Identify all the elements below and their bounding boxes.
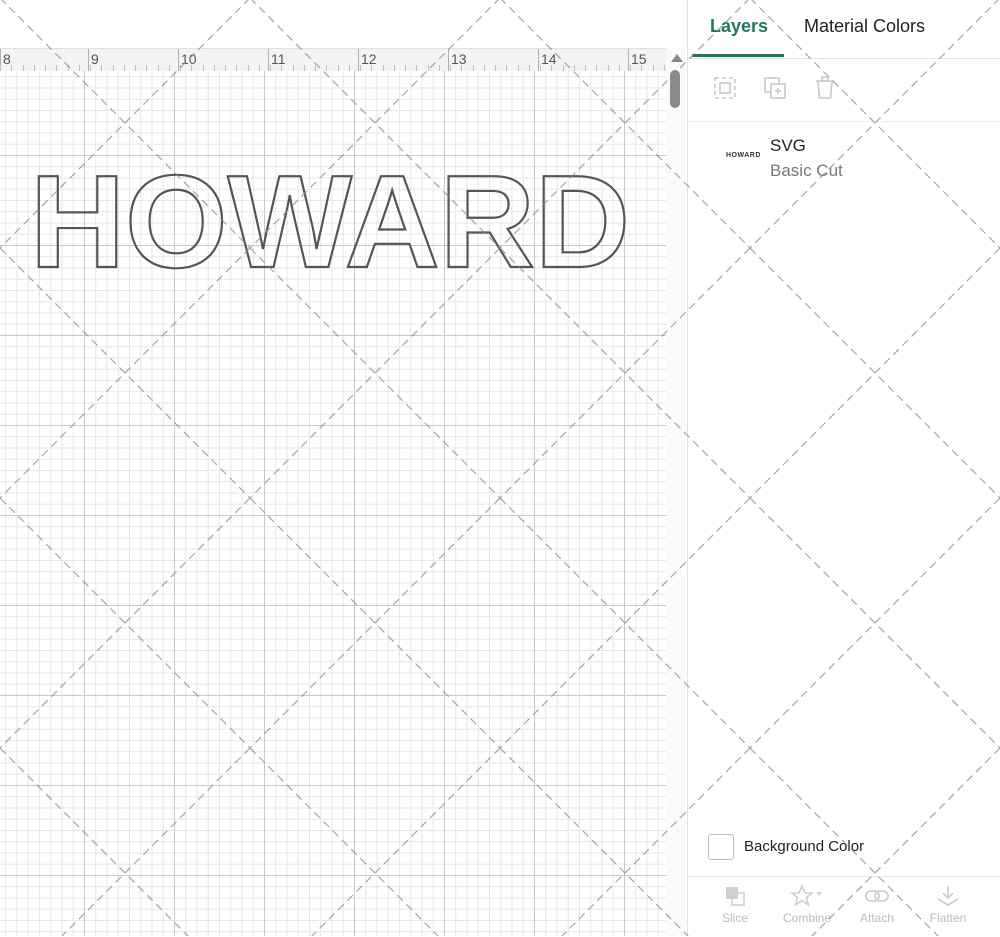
ruler-label-10: 10 xyxy=(181,51,197,67)
ruler-label-11: 11 xyxy=(271,51,286,67)
scroll-up-arrow-icon[interactable] xyxy=(671,54,683,62)
canvas-area[interactable]: 8 9 10 11 12 13 14 15 HOWARD xyxy=(0,0,686,936)
ruler-label-13: 13 xyxy=(451,51,467,67)
horizontal-ruler: 8 9 10 11 12 13 14 15 xyxy=(0,48,666,72)
slice-button[interactable]: Slice xyxy=(705,883,765,925)
flatten-icon xyxy=(937,886,959,907)
tab-layers[interactable]: Layers xyxy=(710,16,768,37)
attach-label: Attach xyxy=(859,911,895,925)
panel-tabs: Layers Material Colors xyxy=(688,0,1000,59)
background-color-swatch[interactable] xyxy=(708,834,734,860)
ruler-tick xyxy=(448,49,449,71)
ruler-tick xyxy=(628,49,629,71)
slice-label: Slice xyxy=(721,911,748,925)
combine-icon xyxy=(790,883,822,907)
ruler-label-15: 15 xyxy=(631,51,647,67)
layers-panel: Layers Material Colors HOWARD SVG Basic … xyxy=(687,0,1000,936)
active-tab-indicator xyxy=(692,54,784,57)
combine-button[interactable]: Combine xyxy=(777,883,837,925)
flatten-button[interactable]: Flatten xyxy=(918,883,978,925)
duplicate-icon[interactable] xyxy=(762,75,788,101)
group-icon[interactable] xyxy=(712,75,738,101)
background-color-row[interactable]: Background Color xyxy=(688,828,1000,868)
layer-operation[interactable]: Basic Cut xyxy=(770,161,843,181)
ruler-tick xyxy=(538,49,539,71)
layer-item[interactable]: HOWARD SVG Basic Cut xyxy=(688,122,1000,192)
ruler-label-8: 8 xyxy=(3,51,11,67)
ruler-tick xyxy=(268,49,269,71)
flatten-label: Flatten xyxy=(929,911,967,925)
design-howard-outline[interactable]: HOWARD xyxy=(30,155,640,280)
attach-button[interactable]: Attach xyxy=(847,883,907,925)
delete-icon[interactable] xyxy=(812,75,838,101)
attach-icon xyxy=(865,890,889,902)
ruler-label-12: 12 xyxy=(361,51,377,67)
background-color-label: Background Color xyxy=(744,838,865,855)
vertical-scrollbar[interactable] xyxy=(666,48,686,936)
bottom-toolbar: Slice Combine Attach Flatten xyxy=(688,876,1000,937)
ruler-tick xyxy=(358,49,359,71)
slice-icon xyxy=(726,887,745,906)
ruler-tick xyxy=(178,49,179,71)
ruler-label-14: 14 xyxy=(541,51,557,67)
layers-toolbar xyxy=(688,59,1000,122)
ruler-label-9: 9 xyxy=(91,51,99,67)
design-text[interactable]: HOWARD xyxy=(30,155,631,280)
scrollbar-thumb[interactable] xyxy=(670,70,680,108)
layer-name: SVG xyxy=(770,136,806,155)
ruler-tick xyxy=(88,49,89,71)
tab-material-colors[interactable]: Material Colors xyxy=(804,16,925,37)
layer-thumbnail: HOWARD xyxy=(726,152,761,159)
combine-label: Combine xyxy=(782,911,832,925)
